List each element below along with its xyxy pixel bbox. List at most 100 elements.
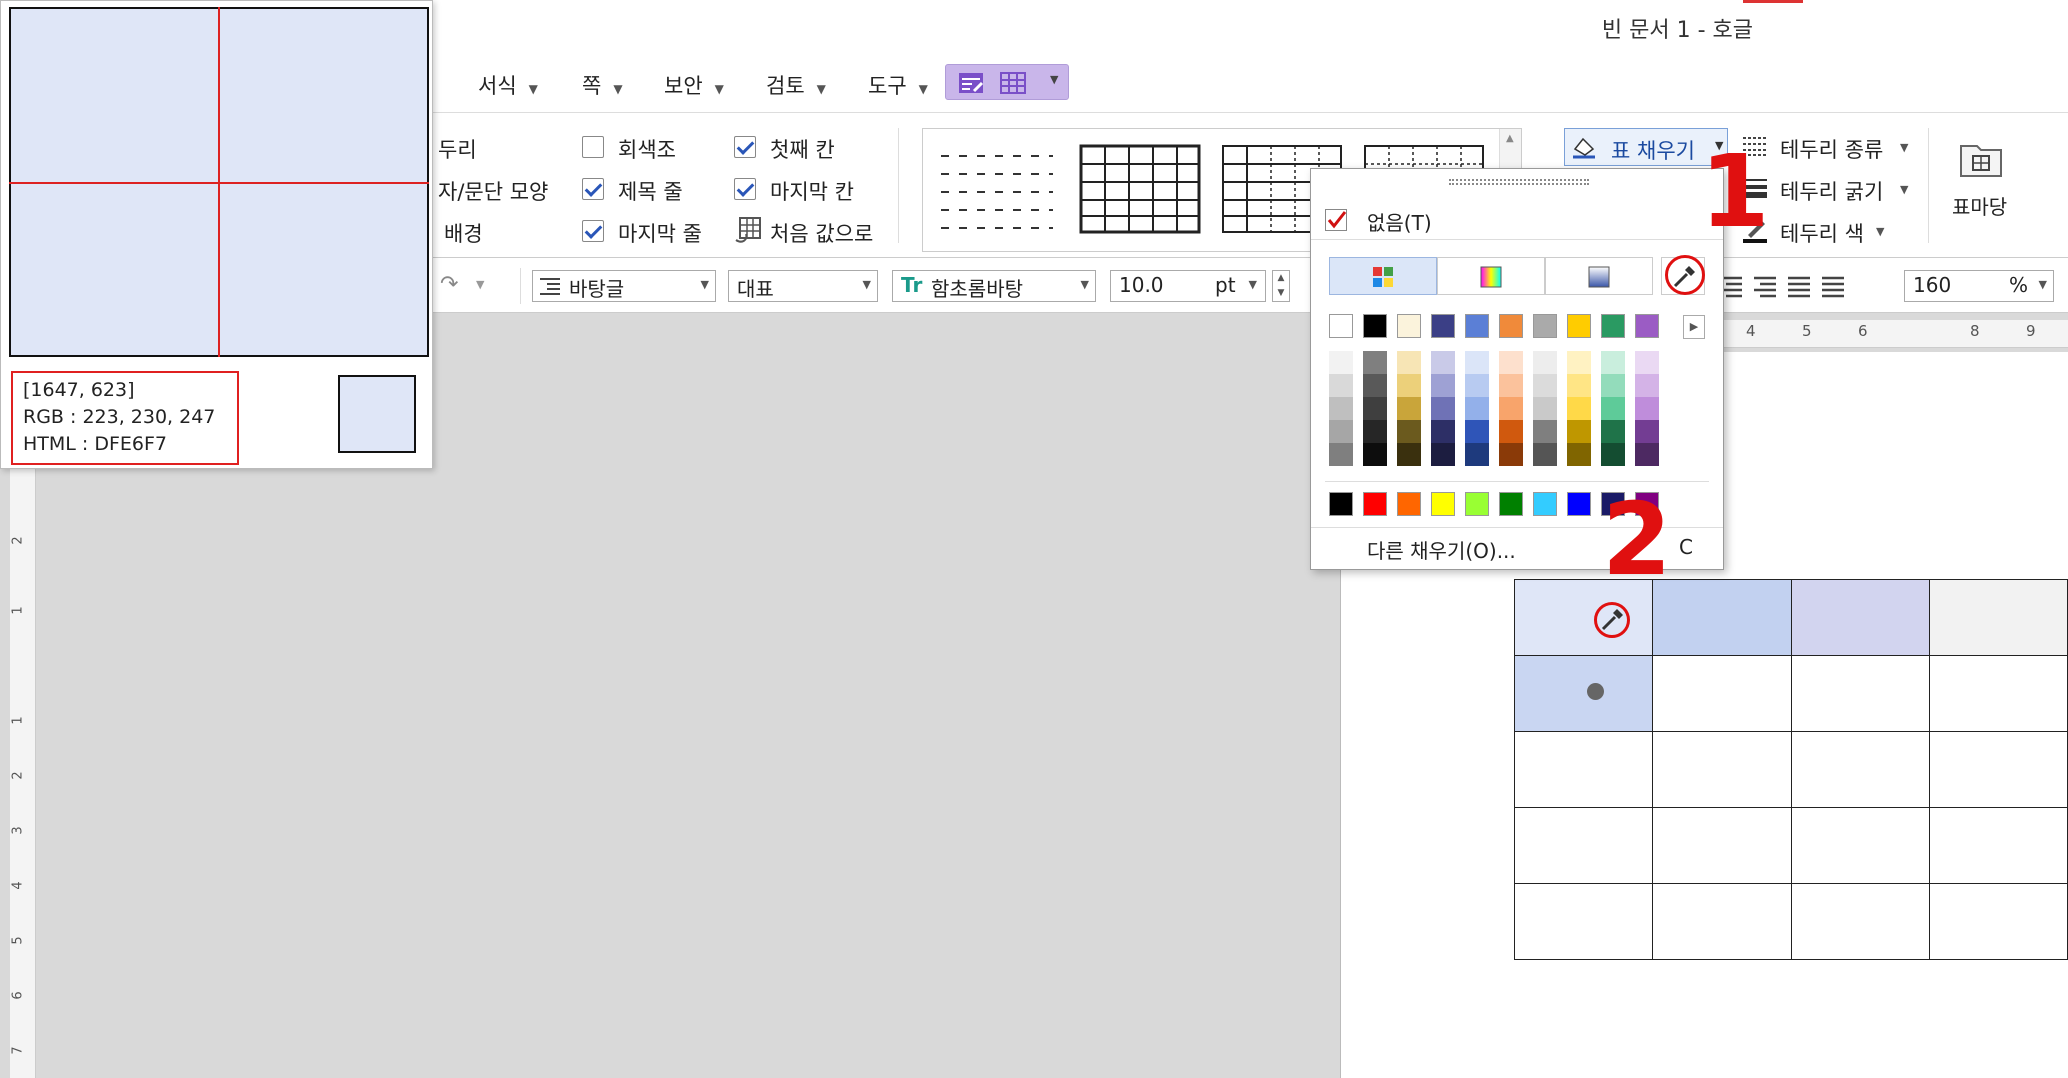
table-shortcut-label[interactable]: 표마당 xyxy=(1952,191,2007,220)
shade-swatch[interactable] xyxy=(1363,374,1387,397)
shade-swatch[interactable] xyxy=(1431,374,1455,397)
shade-swatch[interactable] xyxy=(1363,397,1387,420)
shade-swatch[interactable] xyxy=(1533,351,1557,374)
standard-color-swatch[interactable] xyxy=(1533,492,1557,516)
tab-palette[interactable] xyxy=(1329,257,1437,295)
border-color-label[interactable]: 테두리 색 xyxy=(1780,218,1864,248)
table-cell[interactable] xyxy=(1513,655,1654,732)
standard-color-swatch[interactable] xyxy=(1329,492,1353,516)
shade-swatch[interactable] xyxy=(1329,443,1353,466)
color-swatch[interactable] xyxy=(1635,314,1659,338)
standard-color-swatch[interactable] xyxy=(1465,492,1489,516)
shade-swatch[interactable] xyxy=(1465,443,1489,466)
shade-swatch[interactable] xyxy=(1567,351,1591,374)
border-width-label[interactable]: 테두리 굵기 xyxy=(1780,176,1883,206)
shade-swatch[interactable] xyxy=(1363,351,1387,374)
color-swatch[interactable] xyxy=(1363,314,1387,338)
shade-swatch[interactable] xyxy=(1533,443,1557,466)
shade-swatch[interactable] xyxy=(1465,397,1489,420)
shade-swatch[interactable] xyxy=(1635,374,1659,397)
color-swatch[interactable] xyxy=(1533,314,1557,338)
shade-swatch[interactable] xyxy=(1635,420,1659,443)
shade-swatch[interactable] xyxy=(1465,374,1489,397)
table-cell[interactable] xyxy=(1513,731,1654,808)
shade-swatch[interactable] xyxy=(1431,420,1455,443)
shade-swatch[interactable] xyxy=(1601,420,1625,443)
table-cell[interactable] xyxy=(1790,807,1930,884)
standard-color-swatch[interactable] xyxy=(1431,492,1455,516)
table-cell[interactable] xyxy=(1928,655,2068,732)
first-col-checkbox[interactable] xyxy=(734,136,756,158)
shade-swatch[interactable] xyxy=(1397,374,1421,397)
none-checkbox[interactable] xyxy=(1325,209,1347,231)
shade-swatch[interactable] xyxy=(1397,420,1421,443)
table-cell[interactable] xyxy=(1928,579,2068,656)
table-cell[interactable] xyxy=(1652,883,1792,960)
color-swatch[interactable] xyxy=(1329,314,1353,338)
table-cell[interactable] xyxy=(1790,883,1930,960)
table-style-grid-1[interactable] xyxy=(1079,144,1201,234)
shade-swatch[interactable] xyxy=(1329,351,1353,374)
menu-page[interactable]: 쪽 ▼ xyxy=(582,70,623,100)
table-cell[interactable] xyxy=(1652,579,1792,656)
shade-swatch[interactable] xyxy=(1567,443,1591,466)
shade-swatch[interactable] xyxy=(1499,420,1523,443)
last-col-checkbox[interactable] xyxy=(734,178,756,200)
none-option[interactable]: 없음(T) xyxy=(1367,207,1432,236)
shade-swatch[interactable] xyxy=(1329,420,1353,443)
color-swatch[interactable] xyxy=(1431,314,1455,338)
shade-swatch[interactable] xyxy=(1567,397,1591,420)
shade-swatch[interactable] xyxy=(1465,420,1489,443)
shade-swatch[interactable] xyxy=(1431,443,1455,466)
shade-swatch[interactable] xyxy=(1397,351,1421,374)
reset-label[interactable]: 처음 값으로 xyxy=(770,218,873,248)
more-fill-option[interactable]: 다른 채우기(O)... xyxy=(1367,535,1516,564)
table-cell[interactable] xyxy=(1652,731,1792,808)
border-type-label[interactable]: 테두리 종류 xyxy=(1780,134,1883,164)
popup-grip[interactable] xyxy=(1449,179,1589,185)
shade-swatch[interactable] xyxy=(1533,420,1557,443)
shade-swatch[interactable] xyxy=(1431,397,1455,420)
shade-swatch[interactable] xyxy=(1465,351,1489,374)
shade-swatch[interactable] xyxy=(1635,397,1659,420)
shade-swatch[interactable] xyxy=(1397,443,1421,466)
color-swatch[interactable] xyxy=(1499,314,1523,338)
shade-swatch[interactable] xyxy=(1567,374,1591,397)
color-swatch[interactable] xyxy=(1397,314,1421,338)
table-cell[interactable] xyxy=(1790,731,1930,808)
table-cell[interactable] xyxy=(1652,807,1792,884)
document-table[interactable] xyxy=(1513,579,2068,960)
shade-swatch[interactable] xyxy=(1601,374,1625,397)
last-row-checkbox[interactable] xyxy=(582,220,604,242)
shade-swatch[interactable] xyxy=(1329,374,1353,397)
font-size-input[interactable]: 10.0 pt ▼ xyxy=(1110,270,1266,302)
shade-swatch[interactable] xyxy=(1499,397,1523,420)
table-cell[interactable] xyxy=(1513,883,1654,960)
shade-swatch[interactable] xyxy=(1499,374,1523,397)
table-cell[interactable] xyxy=(1513,807,1654,884)
table-cell[interactable] xyxy=(1652,655,1792,732)
shade-swatch[interactable] xyxy=(1431,351,1455,374)
language-select[interactable]: 대표 ▼ xyxy=(728,270,878,302)
title-row-checkbox[interactable] xyxy=(582,178,604,200)
shade-swatch[interactable] xyxy=(1635,443,1659,466)
font-size-stepper[interactable]: ▲ ▼ xyxy=(1272,270,1290,302)
menu-review[interactable]: 검토 ▼ xyxy=(766,70,826,100)
table-context-tabs[interactable]: ▼ xyxy=(945,64,1069,100)
palette-next-button[interactable]: ▶ xyxy=(1683,315,1705,339)
shade-swatch[interactable] xyxy=(1533,397,1557,420)
shade-swatch[interactable] xyxy=(1635,351,1659,374)
table-cell[interactable] xyxy=(1928,731,2068,808)
shade-swatch[interactable] xyxy=(1533,374,1557,397)
ribbon-background-label[interactable]: 배경 xyxy=(444,218,483,248)
shade-swatch[interactable] xyxy=(1499,351,1523,374)
table-style-dashed[interactable] xyxy=(937,144,1059,234)
zoom-select[interactable]: 160 % ▼ xyxy=(1904,270,2054,302)
shade-swatch[interactable] xyxy=(1363,420,1387,443)
color-swatch[interactable] xyxy=(1601,314,1625,338)
table-cell[interactable] xyxy=(1928,807,2068,884)
grayscale-checkbox[interactable] xyxy=(582,136,604,158)
table-cell[interactable] xyxy=(1928,883,2068,960)
redo-icon[interactable]: ↷ xyxy=(440,272,458,297)
standard-color-swatch[interactable] xyxy=(1363,492,1387,516)
